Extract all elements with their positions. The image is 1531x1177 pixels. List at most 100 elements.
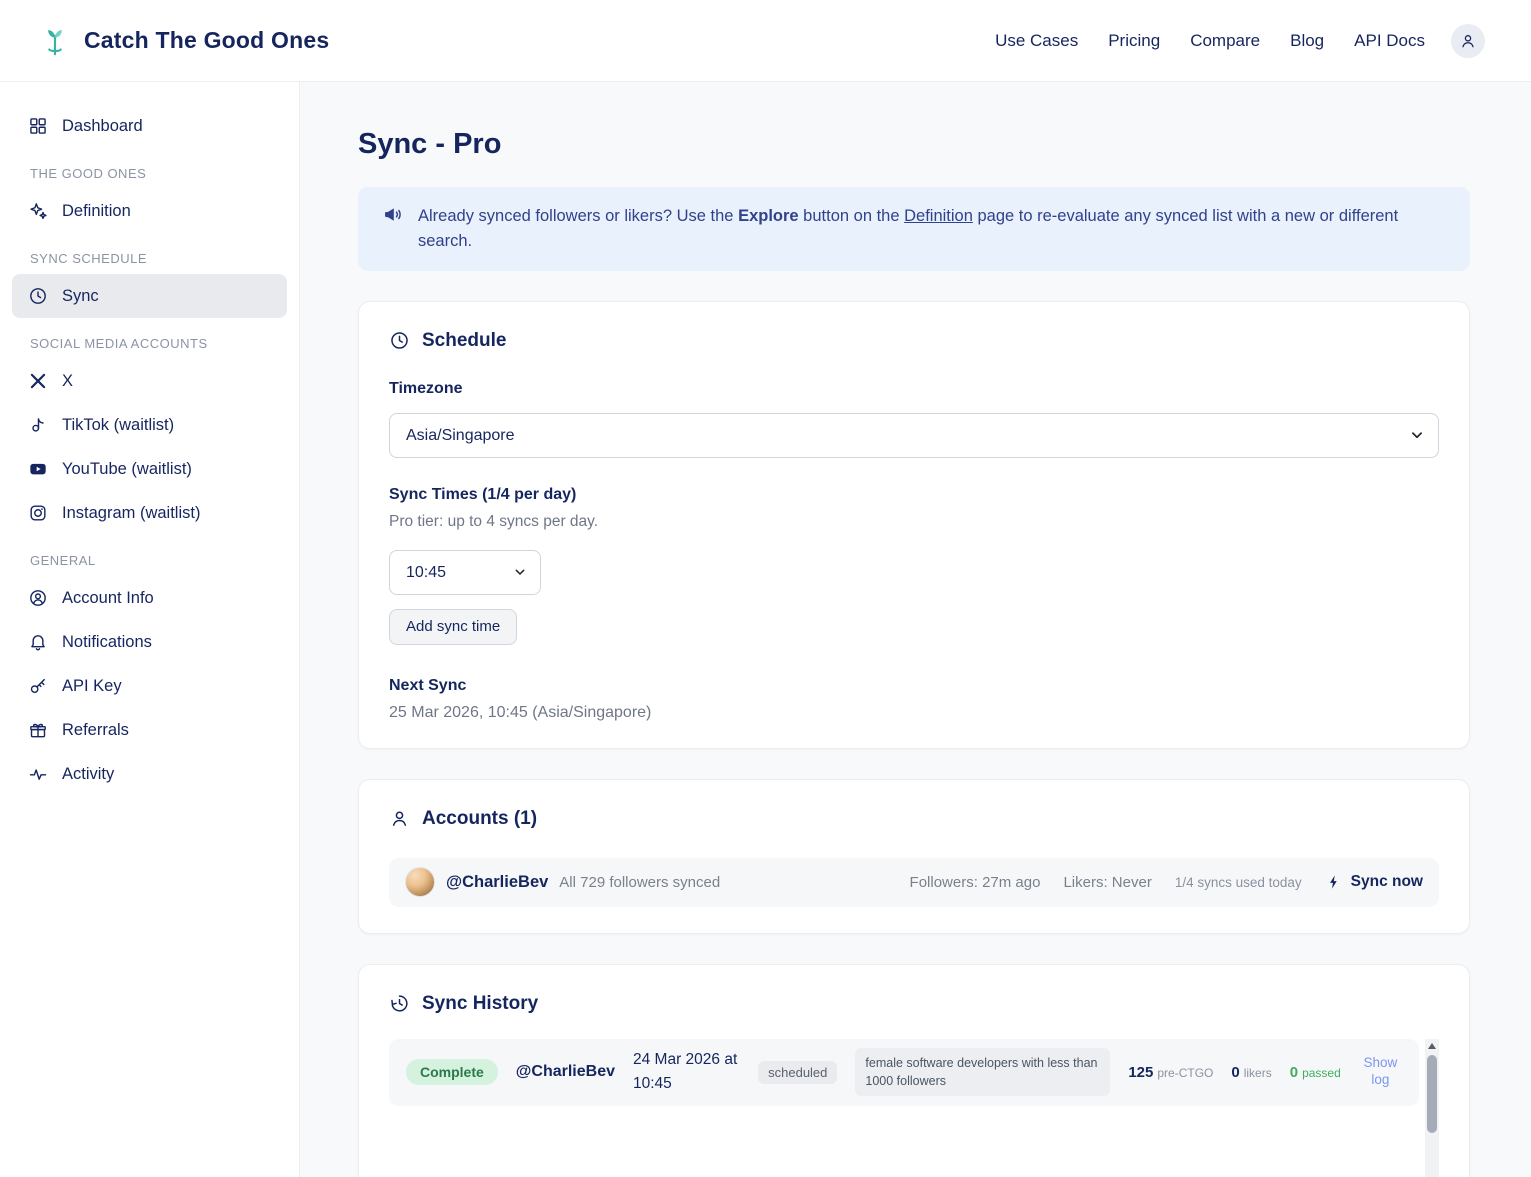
sidebar-section-general: GENERAL: [30, 553, 96, 568]
sidebar-section-social-media-accounts: SOCIAL MEDIA ACCOUNTS: [30, 336, 208, 351]
timezone-label: Timezone: [389, 379, 463, 397]
brand-logo-icon: [48, 29, 62, 55]
clock-icon: [30, 288, 46, 304]
sidebar-section-the-good-ones: THE GOOD ONES: [30, 166, 147, 181]
sync-time-select[interactable]: 10:45: [389, 549, 541, 595]
banner-text: Already synced followers or likers? Use …: [418, 204, 1446, 254]
likers-stat: 0 likers: [1231, 1064, 1271, 1081]
search-query: female software developers with less tha…: [855, 1047, 1111, 1097]
scrollbar-thumb[interactable]: [1427, 1054, 1437, 1133]
banner-text-bold: Explore: [738, 207, 799, 225]
history-row: Complete @CharlieBev 24 Mar 2026 at 10:4…: [389, 1038, 1419, 1106]
account-row: @CharlieBev All 729 followers synced Fol…: [389, 857, 1439, 907]
avatar: [405, 867, 435, 897]
status-badge: Complete: [406, 1059, 498, 1085]
bell-icon: [31, 635, 45, 651]
sidebar-item-label: Notifications: [62, 632, 152, 651]
gift-icon: [30, 723, 46, 738]
sidebar-item-x[interactable]: X: [12, 359, 287, 403]
clock-icon: [391, 332, 408, 349]
account-row-right: Followers: 27m ago Likers: Never 1/4 syn…: [910, 873, 1423, 891]
synced-status: All 729 followers synced: [559, 873, 721, 891]
sync-history-title: Sync History: [422, 992, 539, 1014]
activity-icon: [29, 769, 47, 780]
sidebar-item-label: Definition: [62, 201, 131, 220]
account-handle: @CharlieBev: [446, 872, 549, 891]
instagram-icon: [30, 505, 46, 521]
passed-stat: 0 passed: [1290, 1064, 1341, 1081]
accounts-card: Accounts (1) @CharlieBev All 729 followe…: [358, 778, 1470, 934]
sidebar-item-sync[interactable]: Sync: [12, 274, 287, 318]
nav-link-use-cases[interactable]: Use Cases: [995, 31, 1078, 51]
pre-ctgo-count: 125: [1128, 1063, 1154, 1081]
accounts-title: Accounts (1): [422, 807, 538, 829]
megaphone-icon: [385, 208, 401, 221]
grid-icon: [30, 118, 46, 134]
sidebar-item-account-info[interactable]: Account Info: [12, 576, 287, 620]
sidebar-item-label: Dashboard: [62, 116, 143, 135]
triangle-up-icon: [1428, 1043, 1436, 1049]
scrollbar-up-arrow[interactable]: [1425, 1039, 1439, 1054]
banner-text-pre: Already synced followers or likers? Use …: [418, 207, 739, 225]
sidebar-item-notifications[interactable]: Notifications: [12, 620, 287, 664]
nav-link-pricing[interactable]: Pricing: [1108, 31, 1160, 51]
history-icon: [391, 995, 408, 1012]
timezone-select[interactable]: Asia/Singapore: [389, 412, 1439, 458]
sidebar-item-youtube[interactable]: YouTube (waitlist): [12, 447, 287, 491]
schedule-card-header: Schedule: [389, 330, 1439, 352]
main-content: Sync - Pro Already synced followers or l…: [300, 82, 1531, 1177]
likers-status: Likers: Never: [1063, 873, 1152, 891]
sync-history-card-header: Sync History: [389, 993, 1439, 1015]
schedule-card: Schedule Timezone Asia/Singapore Sync Ti…: [358, 300, 1470, 749]
sync-now-button[interactable]: Sync now: [1325, 873, 1423, 891]
pre-ctgo-stat: 125 pre-CTGO: [1128, 1064, 1213, 1081]
page-title: Sync - Pro: [358, 128, 502, 160]
passed-count: 0: [1289, 1063, 1299, 1081]
key-icon: [30, 678, 45, 694]
sidebar: Dashboard THE GOOD ONES Definition SYNC …: [0, 82, 300, 1177]
user-menu-button[interactable]: [1451, 23, 1485, 58]
sidebar-item-label: Sync: [62, 286, 99, 305]
accounts-card-header: Accounts (1): [389, 808, 1439, 830]
next-sync-value: 25 Mar 2026, 10:45 (Asia/Singapore): [389, 703, 652, 721]
sidebar-item-activity[interactable]: Activity: [12, 752, 287, 796]
history-scrollbar[interactable]: [1425, 1038, 1439, 1177]
nav-link-api-docs[interactable]: API Docs: [1354, 31, 1425, 51]
history-date: 24 Mar 2026 at 10:45: [633, 1050, 738, 1092]
next-sync-label: Next Sync: [389, 676, 467, 694]
sidebar-item-label: YouTube (waitlist): [62, 459, 192, 478]
top-navbar: Catch The Good Ones Use Cases Pricing Co…: [0, 0, 1531, 82]
trigger-badge: scheduled: [758, 1060, 838, 1084]
info-banner: Already synced followers or likers? Use …: [358, 187, 1470, 271]
brand[interactable]: Catch The Good Ones: [40, 25, 329, 57]
nav-link-blog[interactable]: Blog: [1290, 31, 1324, 51]
history-handle: @CharlieBev: [515, 1063, 615, 1080]
nav-link-compare[interactable]: Compare: [1190, 31, 1260, 51]
sidebar-item-api-key[interactable]: API Key: [12, 664, 287, 708]
sync-now-label: Sync now: [1350, 873, 1423, 890]
sidebar-item-instagram[interactable]: Instagram (waitlist): [12, 491, 287, 535]
likers-label: likers: [1243, 1065, 1272, 1080]
x-logo-icon: [30, 373, 46, 389]
history-list: Complete @CharlieBev 24 Mar 2026 at 10:4…: [389, 1038, 1439, 1177]
schedule-title: Schedule: [422, 329, 507, 351]
sidebar-item-definition[interactable]: Definition: [12, 189, 287, 233]
sidebar-section-sync-schedule: SYNC SCHEDULE: [30, 251, 148, 266]
sidebar-item-label: TikTok (waitlist): [62, 415, 175, 434]
brand-title: Catch The Good Ones: [84, 27, 330, 53]
likers-count: 0: [1231, 1063, 1240, 1081]
tier-note: Pro tier: up to 4 syncs per day.: [389, 512, 599, 530]
sidebar-item-dashboard[interactable]: Dashboard: [12, 104, 287, 148]
add-sync-time-button[interactable]: Add sync time: [389, 608, 518, 645]
youtube-icon: [30, 463, 46, 475]
tiktok-icon: [32, 418, 44, 432]
definition-link[interactable]: Definition: [904, 207, 973, 225]
show-log-link[interactable]: Show log: [1359, 1055, 1402, 1089]
sidebar-item-label: X: [62, 371, 74, 390]
bolt-icon: [1329, 875, 1337, 889]
sidebar-item-referrals[interactable]: Referrals: [12, 708, 287, 752]
sidebar-item-tiktok[interactable]: TikTok (waitlist): [12, 403, 287, 447]
nav-links: Use Cases Pricing Compare Blog API Docs: [995, 31, 1425, 51]
sidebar-item-label: Activity: [62, 764, 115, 783]
pre-ctgo-label: pre-CTGO: [1157, 1065, 1214, 1080]
